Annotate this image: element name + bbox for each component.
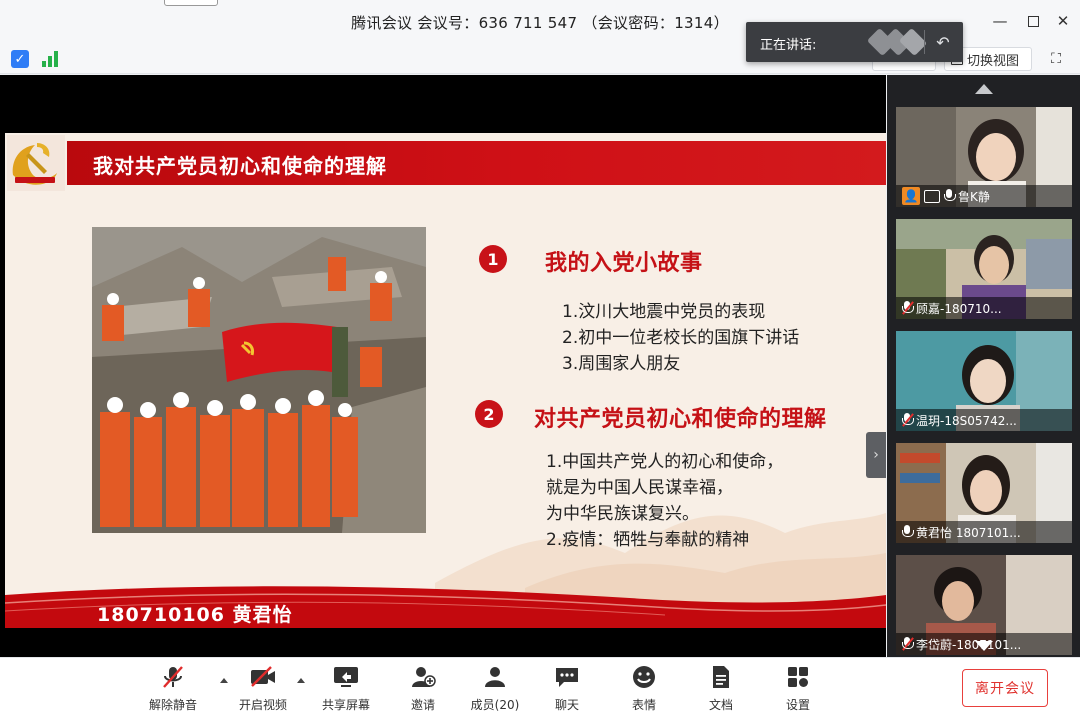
- window-tab[interactable]: [164, 0, 218, 6]
- host-user-icon: 👤: [902, 187, 920, 205]
- reactions-button[interactable]: 表情: [609, 664, 679, 713]
- collapse-panel-arrow-icon[interactable]: ›: [866, 432, 886, 478]
- participant-tile[interactable]: 顾嘉-180710...: [896, 219, 1072, 319]
- list-item: 2.疫情：牺牲与奉献的精神: [546, 527, 783, 553]
- microphone-muted-icon: [902, 413, 912, 427]
- shared-screen: 我对共产党员初心和使命的理解: [0, 75, 886, 657]
- participant-bar: 👤 鲁K静: [896, 185, 1072, 207]
- party-emblem-icon: [7, 135, 65, 191]
- participant-tile[interactable]: 李岱蔚-1807101...: [896, 555, 1072, 655]
- share-screen-button[interactable]: 共享屏幕: [311, 664, 381, 713]
- meeting-toolbar: 解除静音 开启视频 共享屏幕 邀请 成员(20): [0, 657, 1080, 718]
- share-screen-icon: [311, 664, 381, 690]
- list-item: 就是为中国人民谋幸福，: [546, 475, 783, 501]
- microphone-icon: [902, 525, 912, 539]
- participant-name: 鲁K静: [958, 188, 990, 205]
- chat-label: 聊天: [532, 696, 602, 713]
- list-item: 2.初中一位老校长的国旗下讲话: [562, 325, 799, 351]
- slide-header: 我对共产党员初心和使命的理解: [5, 135, 886, 189]
- unmute-label: 解除静音: [138, 696, 208, 713]
- section-title: 对共产党员初心和使命的理解: [534, 401, 827, 433]
- fullscreen-icon[interactable]: ⛶: [1046, 49, 1066, 69]
- audio-options-caret-icon[interactable]: [220, 678, 228, 683]
- header-band: 我对共产党员初心和使命的理解: [67, 141, 886, 185]
- network-signal-icon[interactable]: [42, 51, 60, 67]
- slide-footer-text: 180710106 黄君怡: [97, 600, 293, 627]
- participant-bar: 顾嘉-180710...: [896, 297, 1072, 319]
- participant-tile[interactable]: 👤 鲁K静: [896, 107, 1072, 207]
- microphone-muted-icon: [138, 664, 208, 690]
- screen-share-icon: [924, 190, 940, 203]
- speaking-label: 正在讲话:: [760, 34, 816, 53]
- leave-meeting-button[interactable]: 离开会议: [962, 669, 1048, 707]
- scroll-up-icon[interactable]: [975, 84, 993, 94]
- add-user-icon: [388, 664, 458, 690]
- speaking-indicator: 正在讲话: ↶: [746, 22, 963, 62]
- microphone-icon: [944, 189, 954, 203]
- unmute-button[interactable]: 解除静音: [138, 664, 208, 713]
- list-item: 3.周围家人朋友: [562, 351, 799, 377]
- participant-name: 李岱蔚-1807101...: [916, 636, 1021, 653]
- invite-button[interactable]: 邀请: [388, 664, 458, 713]
- return-icon[interactable]: ↶: [932, 31, 954, 53]
- invite-label: 邀请: [388, 696, 458, 713]
- smiley-icon: [609, 664, 679, 690]
- microphone-muted-icon: [902, 301, 912, 315]
- participant-name: 温玥-18S05742...: [916, 412, 1017, 429]
- list-item: 为中华民族谋复兴。: [546, 501, 783, 527]
- section-number-badge: 1: [479, 245, 507, 273]
- chat-button[interactable]: 聊天: [532, 664, 602, 713]
- settings-button[interactable]: 设置: [763, 664, 833, 713]
- speaker-avatar-blob: [899, 28, 927, 56]
- participants-rail: 👤 鲁K静 顾嘉-180710...: [887, 75, 1080, 657]
- participant-name: 黄君怡 1807101...: [916, 524, 1021, 541]
- meeting-window: 腾讯会议 会议号：636 711 547 （会议密码：1314） — ✕ ✓ 切…: [0, 0, 1080, 718]
- chat-bubble-icon: [532, 664, 602, 690]
- document-icon: [686, 664, 756, 690]
- documents-button[interactable]: 文档: [686, 664, 756, 713]
- close-icon[interactable]: ✕: [1053, 11, 1073, 31]
- minimize-icon[interactable]: —: [990, 11, 1010, 31]
- slide-title: 我对共产党员初心和使命的理解: [93, 150, 387, 179]
- documents-label: 文档: [686, 696, 756, 713]
- reactions-label: 表情: [609, 696, 679, 713]
- divider: [924, 30, 925, 54]
- video-options-caret-icon[interactable]: [297, 678, 305, 683]
- participant-name: 顾嘉-180710...: [916, 300, 1002, 317]
- participant-bar: 温玥-18S05742...: [896, 409, 1072, 431]
- list-item: 1.汶川大地震中党员的表现: [562, 299, 799, 325]
- section-list: 1.中国共产党人的初心和使命， 就是为中国人民谋幸福， 为中华民族谋复兴。 2.…: [546, 449, 783, 553]
- maximize-icon[interactable]: [1023, 11, 1043, 31]
- rescue-photo: [92, 227, 426, 533]
- microphone-muted-icon: [902, 637, 912, 651]
- section-number-badge: 2: [475, 400, 503, 428]
- switch-view-label: 切换视图: [967, 50, 1019, 69]
- settings-grid-icon: [763, 664, 833, 690]
- presentation-slide: 我对共产党员初心和使命的理解: [5, 133, 886, 628]
- participant-bar: 黄君怡 1807101...: [896, 521, 1072, 543]
- security-shield-icon[interactable]: ✓: [11, 50, 29, 68]
- section-title: 我的入党小故事: [545, 245, 703, 277]
- camera-off-icon: [228, 664, 298, 690]
- members-icon: [460, 664, 530, 690]
- section-list: 1.汶川大地震中党员的表现 2.初中一位老校长的国旗下讲话 3.周围家人朋友: [562, 299, 799, 377]
- settings-label: 设置: [763, 696, 833, 713]
- share-screen-label: 共享屏幕: [311, 696, 381, 713]
- start-video-button[interactable]: 开启视频: [228, 664, 298, 713]
- members-button[interactable]: 成员(20): [460, 664, 530, 713]
- start-video-label: 开启视频: [228, 696, 298, 713]
- participant-tile[interactable]: 温玥-18S05742...: [896, 331, 1072, 431]
- scroll-down-icon[interactable]: [975, 641, 993, 651]
- members-label: 成员(20): [460, 696, 530, 713]
- participant-tile[interactable]: 黄君怡 1807101...: [896, 443, 1072, 543]
- list-item: 1.中国共产党人的初心和使命，: [546, 449, 783, 475]
